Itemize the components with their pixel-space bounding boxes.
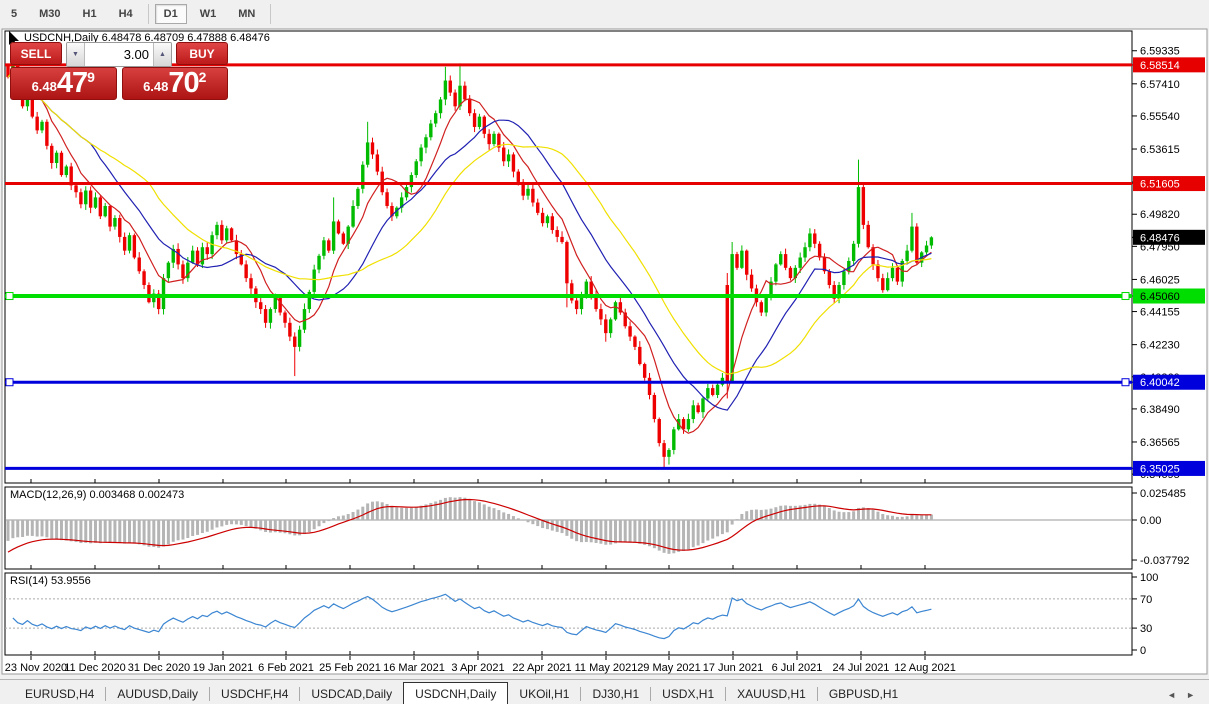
time-axis-label: 23 Nov 2020: [5, 662, 67, 674]
time-axis-label: 11 May 2021: [575, 662, 638, 674]
rsi-indicator-label: RSI(14) 53.9556: [10, 575, 91, 587]
timeframe-button-h1[interactable]: H1: [74, 4, 106, 24]
price-badge-label: 6.48476: [1140, 232, 1180, 244]
time-axis-label: 22 Apr 2021: [512, 662, 571, 674]
timeframe-toolbar: 5 M30 H1 H4 D1 W1 MN: [0, 0, 1209, 29]
chart-tab-xauusd-h1[interactable]: XAUUSD,H1: [726, 684, 817, 704]
price-badge-label: 6.51605: [1140, 179, 1180, 191]
rsi-axis-label: 100: [1140, 572, 1158, 584]
chart-tab-ukoil-h1[interactable]: UKOil,H1: [508, 684, 580, 704]
rsi-axis-label: 30: [1140, 623, 1152, 635]
mt4-window: 5 M30 H1 H4 D1 W1 MN 6.59335 6.57410 6.55540 6.53…: [0, 0, 1209, 704]
sell-price-display[interactable]: 6.48 47 9: [10, 67, 117, 100]
tab-scroll-right-button[interactable]: ►: [1186, 690, 1195, 700]
sell-button[interactable]: SELL: [10, 42, 62, 65]
time-axis-label: 11 Dec 2020: [64, 662, 126, 674]
buy-price-display[interactable]: 6.48 70 2: [121, 67, 228, 100]
sell-price-prefix: 6.48: [31, 79, 57, 94]
price-badge-6.48476: 6.48476: [1132, 229, 1205, 245]
one-click-trading-panel: SELL ▼ ▲ BUY 6.48479 6.48702: [10, 42, 228, 100]
time-axis-label: 6 Feb 2021: [258, 662, 314, 674]
tab-scroll-controls: ◄ ►: [1167, 690, 1209, 704]
timeframe-button-h4[interactable]: H4: [110, 4, 142, 24]
line-handle[interactable]: [1121, 292, 1130, 301]
chart-tab-gbpusd-h1[interactable]: GBPUSD,H1: [818, 684, 909, 704]
time-axis-label: 19 Jan 2021: [193, 662, 254, 674]
volume-spinner: ▼ ▲: [66, 42, 172, 67]
time-axis-label: 12 Aug 2021: [894, 662, 956, 674]
chart-tab-usdcnh-daily[interactable]: USDCNH,Daily: [403, 682, 509, 704]
chart-tab-usdcad-daily[interactable]: USDCAD,Daily: [300, 684, 403, 704]
rsi-pane: [4, 572, 1133, 656]
price-badge-6.45060: 6.45060: [1132, 288, 1205, 304]
price-badge-label: 6.40042: [1140, 377, 1180, 389]
time-axis-label: 24 Jul 2021: [833, 662, 890, 674]
macd-axis-label: -0.037792: [1140, 555, 1190, 567]
rsi-axis-label: 70: [1140, 594, 1152, 606]
price-axis-label: 6.59335: [1140, 46, 1180, 58]
chart-window: 6.593356.574106.555406.536156.516906.498…: [0, 28, 1209, 679]
macd-axis-label: 0.025485: [1140, 488, 1186, 500]
line-handle[interactable]: [5, 378, 14, 387]
macd-indicator-label: MACD(12,26,9) 0.003468 0.002473: [10, 489, 185, 501]
volume-input[interactable]: [85, 43, 153, 66]
time-axis-label: 16 Mar 2021: [383, 662, 445, 674]
chart-canvas[interactable]: 6.593356.574106.555406.536156.516906.498…: [0, 28, 1209, 679]
price-badge-label: 6.58514: [1140, 60, 1180, 72]
line-handle[interactable]: [5, 292, 14, 301]
price-axis-label: 6.57410: [1140, 79, 1180, 91]
price-axis-label: 6.49820: [1140, 209, 1180, 221]
price-axis-label: 6.36565: [1140, 437, 1180, 449]
price-axis-label: 6.53615: [1140, 144, 1180, 156]
tab-scroll-left-button[interactable]: ◄: [1167, 690, 1176, 700]
price-badge-6.51605: 6.51605: [1132, 176, 1205, 192]
chart-tab-usdx-h1[interactable]: USDX,H1: [651, 684, 725, 704]
macd-axis-label: 0.00: [1140, 515, 1161, 527]
chart-tab-audusd-daily[interactable]: AUDUSD,Daily: [106, 684, 209, 704]
chart-tab-dj30-h1[interactable]: DJ30,H1: [581, 684, 650, 704]
price-badge-label: 6.45060: [1140, 291, 1180, 303]
timeframe-button-mn[interactable]: MN: [229, 4, 264, 24]
rsi-axis-label: 0: [1140, 645, 1146, 657]
chart-tab-bar: EURUSD,H4 AUDUSD,Daily USDCHF,H4 USDCAD,Dai…: [0, 679, 1209, 704]
timeframe-button-d1[interactable]: D1: [154, 4, 187, 24]
volume-increase-button[interactable]: ▲: [153, 43, 171, 66]
price-badge-6.40042: 6.40042: [1132, 374, 1205, 390]
chart-tab-eurusd-h4[interactable]: EURUSD,H4: [14, 684, 105, 704]
price-badge-6.58514: 6.58514: [1132, 57, 1205, 73]
price-badge-6.35025: 6.35025: [1132, 460, 1205, 476]
sell-price-big: 47: [56, 67, 88, 99]
time-axis-label: 6 Jul 2021: [772, 662, 823, 674]
chart-tab-usdchf-h4[interactable]: USDCHF,H4: [210, 684, 299, 704]
time-axis-label: 3 Apr 2021: [451, 662, 504, 674]
price-axis-label: 6.42230: [1140, 340, 1180, 352]
time-axis-label: 17 Jun 2021: [703, 662, 764, 674]
sell-price-sup: 9: [87, 69, 95, 85]
buy-price-prefix: 6.48: [143, 79, 169, 94]
buy-button[interactable]: BUY: [176, 42, 228, 65]
toolbar-separator: [270, 4, 272, 24]
price-axis-label: 6.38490: [1140, 404, 1180, 416]
time-axis-label: 31 Dec 2020: [128, 662, 190, 674]
price-axis-label: 6.46025: [1140, 274, 1180, 286]
time-axis-label: 29 May 2021: [637, 662, 701, 674]
line-handle[interactable]: [1121, 378, 1130, 387]
timeframe-button-w1[interactable]: W1: [191, 4, 226, 24]
price-badge-label: 6.35025: [1140, 463, 1180, 475]
timeframe-button-5[interactable]: 5: [2, 4, 26, 24]
time-axis-label: 25 Feb 2021: [319, 662, 381, 674]
buy-price-big: 70: [168, 67, 199, 99]
buy-price-sup: 2: [198, 69, 207, 85]
volume-decrease-button[interactable]: ▼: [67, 43, 85, 66]
price-axis-label: 6.55540: [1140, 111, 1180, 123]
timeframe-button-m30[interactable]: M30: [30, 4, 69, 24]
toolbar-separator: [147, 4, 149, 24]
price-axis-label: 6.44155: [1140, 307, 1180, 319]
